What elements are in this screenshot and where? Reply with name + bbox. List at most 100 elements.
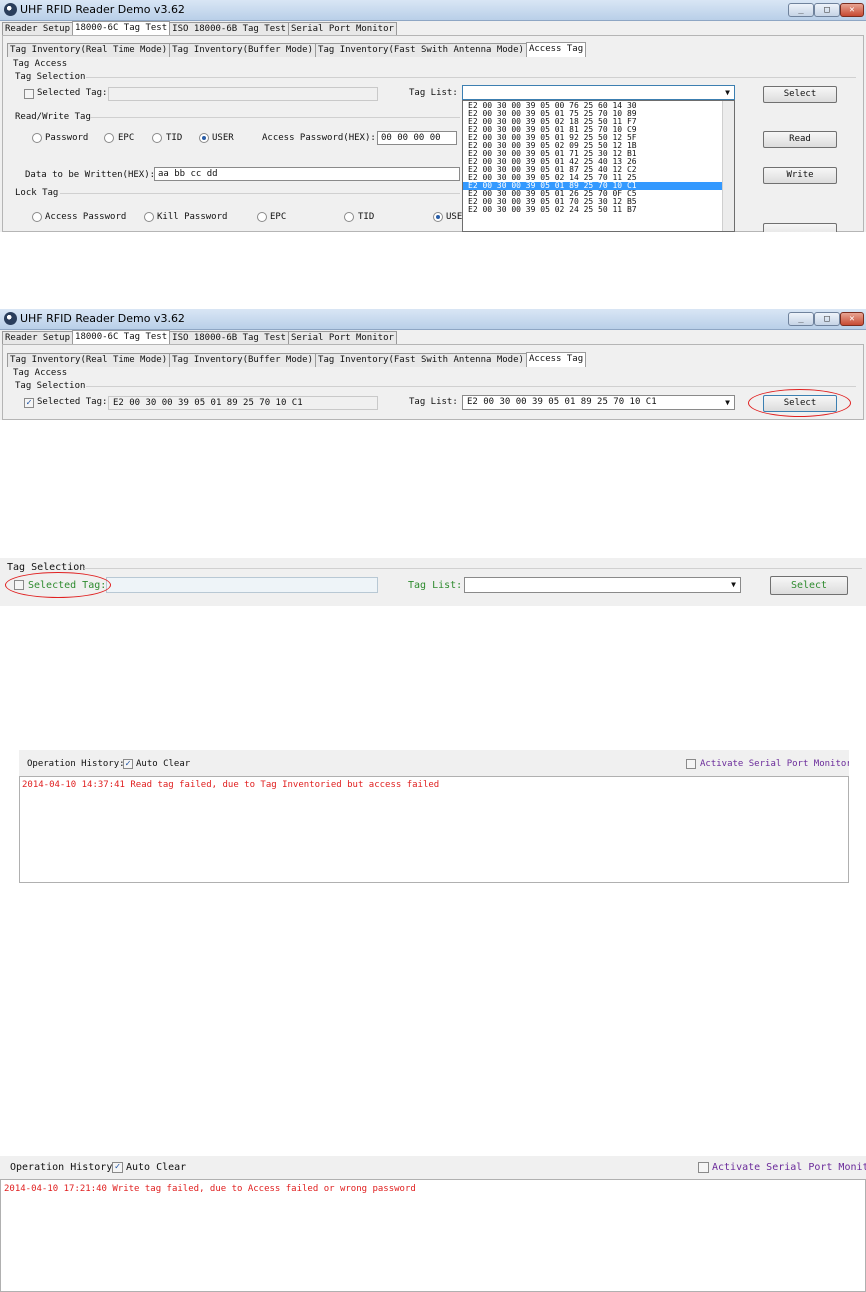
screenshot-2-window: UHF RFID Reader Demo v3.62 _ □ ✕ Reader … xyxy=(0,309,866,420)
lock-epc-label: EPC xyxy=(270,212,287,222)
selected-tag-field xyxy=(108,87,378,101)
radio-user[interactable] xyxy=(199,133,209,143)
write-button[interactable]: Write xyxy=(763,167,837,184)
serial-monitor-label: Activate Serial Port Monitor xyxy=(700,759,849,769)
subtab-fast-switch[interactable]: Tag Inventory(Fast Swith Antenna Mode) xyxy=(315,43,527,57)
rw-group-label: Read/Write Tag xyxy=(15,112,91,122)
minimize-button[interactable]: _ xyxy=(788,312,814,326)
subtab-realtime[interactable]: Tag Inventory(Real Time Mode) xyxy=(7,43,171,57)
radio-lock-tid[interactable] xyxy=(344,212,354,222)
selected-tag-label: Selected Tag: xyxy=(37,88,108,98)
close-button[interactable]: ✕ xyxy=(840,312,864,326)
tab-serial-port-monitor[interactable]: Serial Port Monitor xyxy=(287,331,397,345)
access-password-label: Access Password(HEX): xyxy=(262,133,376,143)
tab-reader-setup[interactable]: Reader Setup xyxy=(2,22,74,36)
screenshot-4-history: Operation History: ✓ Auto Clear Activate… xyxy=(19,750,849,883)
sub-tab-row: Tag Inventory(Real Time Mode) Tag Invento… xyxy=(7,352,587,367)
history-log-box[interactable]: 2014-04-10 14:37:41 Read tag failed, due… xyxy=(19,776,849,883)
tag-list-combo[interactable]: ▼ xyxy=(464,577,741,593)
tab-reader-setup[interactable]: Reader Setup xyxy=(2,331,74,345)
lock-tid-label: TID xyxy=(358,212,375,222)
data-to-write-input[interactable]: aa bb cc dd xyxy=(154,167,460,181)
top-tab-row: Reader Setup 18000-6C Tag Test ISO 18000-6… xyxy=(2,21,397,36)
auto-clear-label: Auto Clear xyxy=(136,759,191,769)
serial-monitor-checkbox[interactable] xyxy=(698,1162,709,1173)
subtab-buffer[interactable]: Tag Inventory(Buffer Mode) xyxy=(169,43,317,57)
radio-tid[interactable] xyxy=(152,133,162,143)
tag-list-label: Tag List: xyxy=(409,397,458,407)
tab-serial-port-monitor[interactable]: Serial Port Monitor xyxy=(287,22,397,36)
radio-lock-epc[interactable] xyxy=(257,212,267,222)
select-button[interactable]: Select xyxy=(763,86,837,103)
radio-user-label: USER xyxy=(212,133,234,143)
history-label: Operation History: xyxy=(27,759,125,769)
lock-button[interactable] xyxy=(763,223,837,232)
tag-list-combo-value: E2 00 30 00 39 05 01 89 25 70 10 C1 xyxy=(467,397,657,407)
subtab-access-tag[interactable]: Access Tag xyxy=(525,42,587,57)
chevron-down-icon[interactable]: ▼ xyxy=(725,86,730,99)
tab-18000-6c[interactable]: 18000-6C Tag Test xyxy=(72,330,171,345)
minimize-button[interactable]: _ xyxy=(788,3,814,17)
chevron-down-icon[interactable]: ▼ xyxy=(725,396,730,409)
tab-18000-6c[interactable]: 18000-6C Tag Test xyxy=(72,21,171,36)
access-password-input[interactable]: 00 00 00 00 xyxy=(377,131,457,145)
tab-iso-18000-6b[interactable]: ISO 18000-6B Tag Test xyxy=(169,331,289,345)
screenshot-5-history: Operation History: ✓ Auto Clear Activate… xyxy=(0,1156,866,1292)
app-icon xyxy=(4,312,17,325)
radio-password[interactable] xyxy=(32,133,42,143)
subtab-buffer[interactable]: Tag Inventory(Buffer Mode) xyxy=(169,353,317,367)
chevron-down-icon[interactable]: ▼ xyxy=(731,578,736,591)
radio-epc-label: EPC xyxy=(118,133,135,143)
radio-tid-label: TID xyxy=(166,133,183,143)
tag-list-combo[interactable]: E2 00 30 00 39 05 01 89 25 70 10 C1 ▼ xyxy=(462,395,735,410)
tag-selection-label: Tag Selection xyxy=(15,72,86,82)
radio-lock-kill-password[interactable] xyxy=(144,212,154,222)
log-line: 2014-04-10 14:37:41 Read tag failed, due… xyxy=(22,780,440,790)
selected-tag-checkbox[interactable] xyxy=(24,89,34,99)
auto-clear-checkbox[interactable]: ✓ xyxy=(123,759,133,769)
divider xyxy=(86,386,856,387)
auto-clear-checkbox[interactable]: ✓ xyxy=(112,1162,123,1173)
data-to-write-label: Data to be Written(HEX): xyxy=(25,170,156,180)
history-label: Operation History: xyxy=(10,1162,119,1173)
maximize-button[interactable]: □ xyxy=(814,3,840,17)
radio-epc[interactable] xyxy=(104,133,114,143)
subtab-fast-switch[interactable]: Tag Inventory(Fast Swith Antenna Mode) xyxy=(315,353,527,367)
lock-access-password-label: Access Password xyxy=(45,212,127,222)
highlight-ellipse xyxy=(5,572,111,598)
radio-lock-access-password[interactable] xyxy=(32,212,42,222)
screenshot-3-panel: Tag Selection Selected Tag: Tag List: ▼ … xyxy=(0,558,866,606)
lock-user-label: USE xyxy=(446,212,463,222)
divider xyxy=(90,117,460,118)
tag-list-label: Tag List: xyxy=(409,88,458,98)
serial-monitor-checkbox[interactable] xyxy=(686,759,696,769)
tag-list-dropdown[interactable]: E2 00 30 00 39 05 00 76 25 60 14 30 E2 00… xyxy=(462,100,735,232)
lock-kill-password-label: Kill Password xyxy=(157,212,228,222)
highlight-ellipse xyxy=(748,389,851,417)
read-button[interactable]: Read xyxy=(763,131,837,148)
tag-list-combo[interactable]: ▼ xyxy=(462,85,735,100)
tag-access-label: Tag Access xyxy=(13,368,68,378)
radio-password-label: Password xyxy=(45,133,89,143)
tab-iso-18000-6b[interactable]: ISO 18000-6B Tag Test xyxy=(169,22,289,36)
select-button[interactable]: Select xyxy=(770,576,848,595)
sub-tab-row: Tag Inventory(Real Time Mode) Tag Invento… xyxy=(7,42,587,57)
selected-tag-checkbox[interactable]: ✓ xyxy=(24,398,34,408)
radio-lock-user[interactable] xyxy=(433,212,443,222)
app-icon xyxy=(4,3,17,16)
serial-monitor-label: Activate Serial Port Monitor xyxy=(712,1162,866,1173)
subtab-access-tag[interactable]: Access Tag xyxy=(525,352,587,367)
close-button[interactable]: ✕ xyxy=(840,3,864,17)
subtab-realtime[interactable]: Tag Inventory(Real Time Mode) xyxy=(7,353,171,367)
log-line: 2014-04-10 17:21:40 Write tag failed, du… xyxy=(4,1184,416,1194)
screenshot-1-window: UHF RFID Reader Demo v3.62 _ □ ✕ Reader … xyxy=(0,0,866,232)
selected-tag-field xyxy=(106,577,378,593)
tag-list-option[interactable]: E2 00 30 00 39 05 02 24 25 50 11 B7 xyxy=(463,206,734,214)
divider xyxy=(84,568,862,569)
maximize-button[interactable]: □ xyxy=(814,312,840,326)
dropdown-scrollbar[interactable] xyxy=(722,101,734,231)
auto-clear-label: Auto Clear xyxy=(126,1162,187,1173)
lock-group-label: Lock Tag xyxy=(15,188,59,198)
tag-list-dropdown-items: E2 00 30 00 39 05 00 76 25 60 14 30 E2 00… xyxy=(463,101,734,214)
history-log-box[interactable]: 2014-04-10 17:21:40 Write tag failed, du… xyxy=(0,1179,866,1292)
